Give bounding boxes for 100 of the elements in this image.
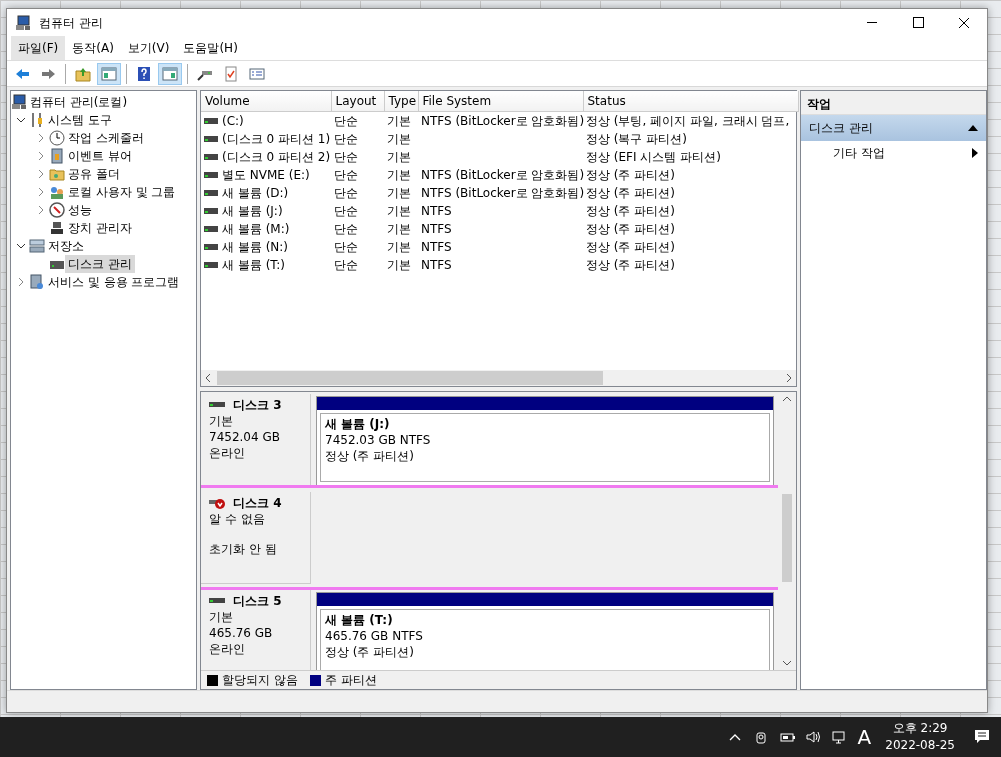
column-header[interactable]: Type bbox=[384, 91, 418, 112]
column-header[interactable]: Layout bbox=[331, 91, 384, 112]
tree-item[interactable]: 컴퓨터 관리(로컬) bbox=[27, 93, 131, 111]
drive-icon bbox=[204, 135, 218, 143]
tree-item[interactable]: 성능 bbox=[65, 201, 95, 219]
expand-caret-icon[interactable] bbox=[16, 241, 26, 251]
pane-icon bbox=[101, 65, 117, 82]
table-cell: NTFS bbox=[421, 258, 452, 272]
table-cell: 기본 bbox=[387, 114, 411, 128]
table-cell-text: 새 볼륨 (M:) bbox=[222, 221, 290, 238]
table-cell: 기본 bbox=[387, 150, 411, 164]
table-cell: 단순 bbox=[334, 204, 358, 218]
table-cell: 단순 bbox=[334, 132, 358, 146]
partition-size: 7452.03 GB NTFS bbox=[325, 432, 432, 448]
table-cell: 정상 (주 파티션) bbox=[586, 168, 675, 182]
disk-name: 디스크 5 bbox=[233, 593, 282, 609]
legend-label: 주 파티션 bbox=[324, 672, 377, 689]
table-cell: NTFS bbox=[421, 222, 452, 236]
clock-date: 2022-08-25 bbox=[885, 737, 955, 754]
volume-icon[interactable] bbox=[804, 729, 821, 745]
menu-item[interactable]: 파일(F) bbox=[11, 36, 66, 60]
network-icon[interactable] bbox=[830, 729, 847, 745]
horizontal-scrollbar[interactable] bbox=[201, 370, 796, 386]
disk-size: 465.76 GB bbox=[209, 625, 274, 641]
table-cell: 단순 bbox=[334, 114, 358, 128]
table-cell: NTFS (BitLocker로 암호화됨) bbox=[421, 114, 585, 128]
scroll-up-icon[interactable] bbox=[781, 394, 793, 404]
input-mode-indicator[interactable]: A bbox=[853, 722, 876, 752]
help-icon bbox=[136, 65, 152, 82]
tree-item[interactable]: 장치 관리자 bbox=[65, 219, 135, 237]
disk-state: 온라인 bbox=[209, 445, 246, 461]
tree-item-icon bbox=[49, 220, 65, 236]
disk-name: 디스크 3 bbox=[233, 397, 282, 413]
tree-item-icon bbox=[29, 238, 45, 254]
table-cell: 기본 bbox=[387, 258, 411, 272]
table-cell: 정상 (부팅, 페이지 파일, 크래시 덤프, bbox=[586, 114, 790, 128]
table-cell: 정상 (주 파티션) bbox=[586, 222, 675, 236]
partition-block[interactable]: 새 볼륨 (T:) 465.76 GB NTFS 정상 (주 파티션) bbox=[316, 592, 774, 670]
menu-item[interactable]: 동작(A) bbox=[65, 36, 121, 60]
table-cell-text: (디스크 0 파티션 2) bbox=[222, 149, 331, 166]
table-cell: 정상 (복구 파티션) bbox=[586, 132, 687, 146]
menu-item[interactable]: 도움말(H) bbox=[176, 36, 245, 60]
partition-name: 새 볼륨 (J:) bbox=[325, 416, 391, 432]
notification-icon[interactable] bbox=[973, 728, 991, 746]
drive-icon bbox=[204, 171, 218, 179]
table-cell: 정상 (EFI 시스템 파티션) bbox=[586, 150, 721, 164]
tree-item[interactable]: 이벤트 뷰어 bbox=[65, 147, 135, 165]
table-cell-text: 새 볼륨 (D:) bbox=[222, 185, 289, 202]
table-cell: 단순 bbox=[334, 168, 358, 182]
table-cell: NTFS (BitLocker로 암호화됨) bbox=[421, 168, 585, 182]
drive-icon bbox=[204, 207, 218, 215]
action-item[interactable]: 기타 작업 bbox=[801, 141, 986, 165]
pane-icon bbox=[162, 65, 178, 82]
table-cell: 단순 bbox=[334, 258, 358, 272]
drive-icon bbox=[204, 225, 218, 233]
expand-caret-icon[interactable] bbox=[16, 115, 26, 125]
actions-section[interactable]: 디스크 관리 bbox=[801, 115, 986, 141]
table-cell: 단순 bbox=[334, 150, 358, 164]
column-header[interactable]: File System bbox=[418, 91, 583, 112]
drive-icon bbox=[204, 261, 218, 269]
table-cell: 정상 (주 파티션) bbox=[586, 186, 675, 200]
partition-block[interactable]: 새 볼륨 (J:) 7452.03 GB NTFS 정상 (주 파티션) bbox=[316, 396, 774, 486]
column-header[interactable]: Status bbox=[583, 91, 798, 112]
disk-type: 기본 bbox=[209, 413, 234, 429]
list-view-icon bbox=[249, 65, 265, 82]
disk-state: 초기화 안 됨 bbox=[209, 541, 278, 557]
tree-item[interactable]: 디스크 관리 bbox=[65, 255, 135, 273]
tree-item[interactable]: 시스템 도구 bbox=[45, 111, 115, 129]
disk-type: 알 수 없음 bbox=[209, 511, 266, 527]
close-icon bbox=[959, 17, 969, 28]
scrollbar-thumb[interactable] bbox=[782, 494, 792, 582]
menu-item[interactable]: 보기(V) bbox=[120, 36, 177, 60]
collapse-caret-icon[interactable] bbox=[36, 151, 46, 161]
scrollbar-thumb[interactable] bbox=[217, 371, 603, 385]
collapse-caret-icon[interactable] bbox=[36, 187, 46, 197]
collapse-caret-icon[interactable] bbox=[36, 133, 46, 143]
collapse-caret-icon[interactable] bbox=[36, 169, 46, 179]
collapse-triangle-icon bbox=[968, 124, 978, 132]
tree-item[interactable]: 로컬 사용자 및 그룹 bbox=[65, 183, 179, 201]
computer-icon bbox=[15, 14, 31, 31]
tree-item[interactable]: 저장소 bbox=[45, 237, 87, 255]
tree-item[interactable]: 서비스 및 응용 프로그램 bbox=[45, 273, 183, 291]
tree-item-icon bbox=[29, 274, 45, 290]
tree-item-icon bbox=[29, 112, 45, 128]
disk-state: 온라인 bbox=[209, 641, 246, 657]
drive-icon bbox=[204, 243, 218, 251]
collapse-caret-icon[interactable] bbox=[16, 277, 26, 287]
collapse-caret-icon[interactable] bbox=[36, 205, 46, 215]
tree-item[interactable]: 공유 폴더 bbox=[65, 165, 123, 183]
tree-item[interactable]: 작업 스케줄러 bbox=[65, 129, 147, 147]
legend-label: 할당되지 않음 bbox=[222, 672, 298, 689]
disk-size: 7452.04 GB bbox=[209, 429, 281, 445]
table-cell: NTFS (BitLocker로 암호화됨) bbox=[421, 186, 585, 200]
column-header[interactable]: Volume bbox=[201, 91, 331, 112]
table-cell: 기본 bbox=[387, 240, 411, 254]
actions-header: 작업 bbox=[801, 91, 986, 115]
disk-type: 기본 bbox=[209, 609, 234, 625]
tree-item-icon bbox=[49, 202, 65, 218]
scroll-down-icon[interactable] bbox=[781, 658, 793, 668]
table-cell: 정상 (주 파티션) bbox=[586, 258, 675, 272]
